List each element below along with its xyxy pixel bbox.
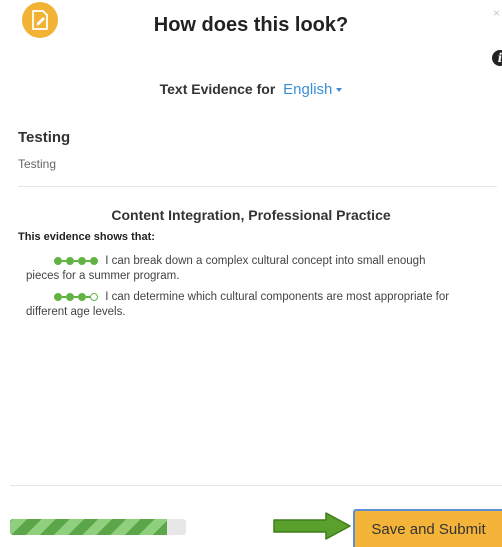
evidence-language-row: Text Evidence for English bbox=[0, 81, 502, 98]
info-icon[interactable]: i bbox=[492, 50, 502, 66]
entry-title: Testing bbox=[18, 129, 71, 146]
filled-dot-icon bbox=[54, 293, 62, 301]
filled-dot-icon bbox=[90, 257, 98, 265]
level-dots-icon bbox=[54, 293, 98, 301]
progress-fill bbox=[10, 519, 167, 535]
language-dropdown[interactable]: English bbox=[283, 81, 343, 98]
entry-text: Testing bbox=[18, 157, 57, 171]
save-and-submit-button[interactable]: Save and Submit bbox=[353, 509, 502, 547]
evidence-review-modal: How does this look? × i Text Evidence fo… bbox=[0, 0, 502, 547]
competency-category: Content Integration, Professional Practi… bbox=[111, 207, 391, 223]
empty-dot-icon bbox=[90, 293, 98, 301]
language-value: English bbox=[283, 81, 333, 98]
statement-text-cont: pieces for a summer program. bbox=[26, 270, 180, 282]
arrow-right-icon bbox=[272, 512, 352, 545]
progress-bar bbox=[10, 519, 186, 535]
statement-text: I can determine which cultural component… bbox=[105, 291, 450, 303]
modal-title: How does this look? bbox=[153, 14, 349, 36]
filled-dot-icon bbox=[54, 257, 62, 265]
close-icon[interactable]: × bbox=[493, 6, 500, 20]
level-dots-icon bbox=[54, 257, 98, 265]
evidence-intro: This evidence shows that: bbox=[18, 231, 155, 243]
statement-text: I can break down a complex cultural conc… bbox=[105, 255, 426, 267]
filled-dot-icon bbox=[66, 257, 74, 265]
filled-dot-icon bbox=[78, 293, 86, 301]
footer-divider bbox=[10, 485, 502, 486]
chevron-down-icon bbox=[336, 88, 343, 93]
filled-dot-icon bbox=[66, 293, 74, 301]
evidence-for-label: Text Evidence for bbox=[159, 81, 276, 97]
statement-text-cont: different age levels. bbox=[26, 306, 126, 318]
filled-dot-icon bbox=[78, 257, 86, 265]
evidence-statement: I can determine which cultural component… bbox=[26, 290, 484, 320]
divider bbox=[18, 186, 497, 187]
evidence-statement: I can break down a complex cultural conc… bbox=[26, 254, 484, 284]
